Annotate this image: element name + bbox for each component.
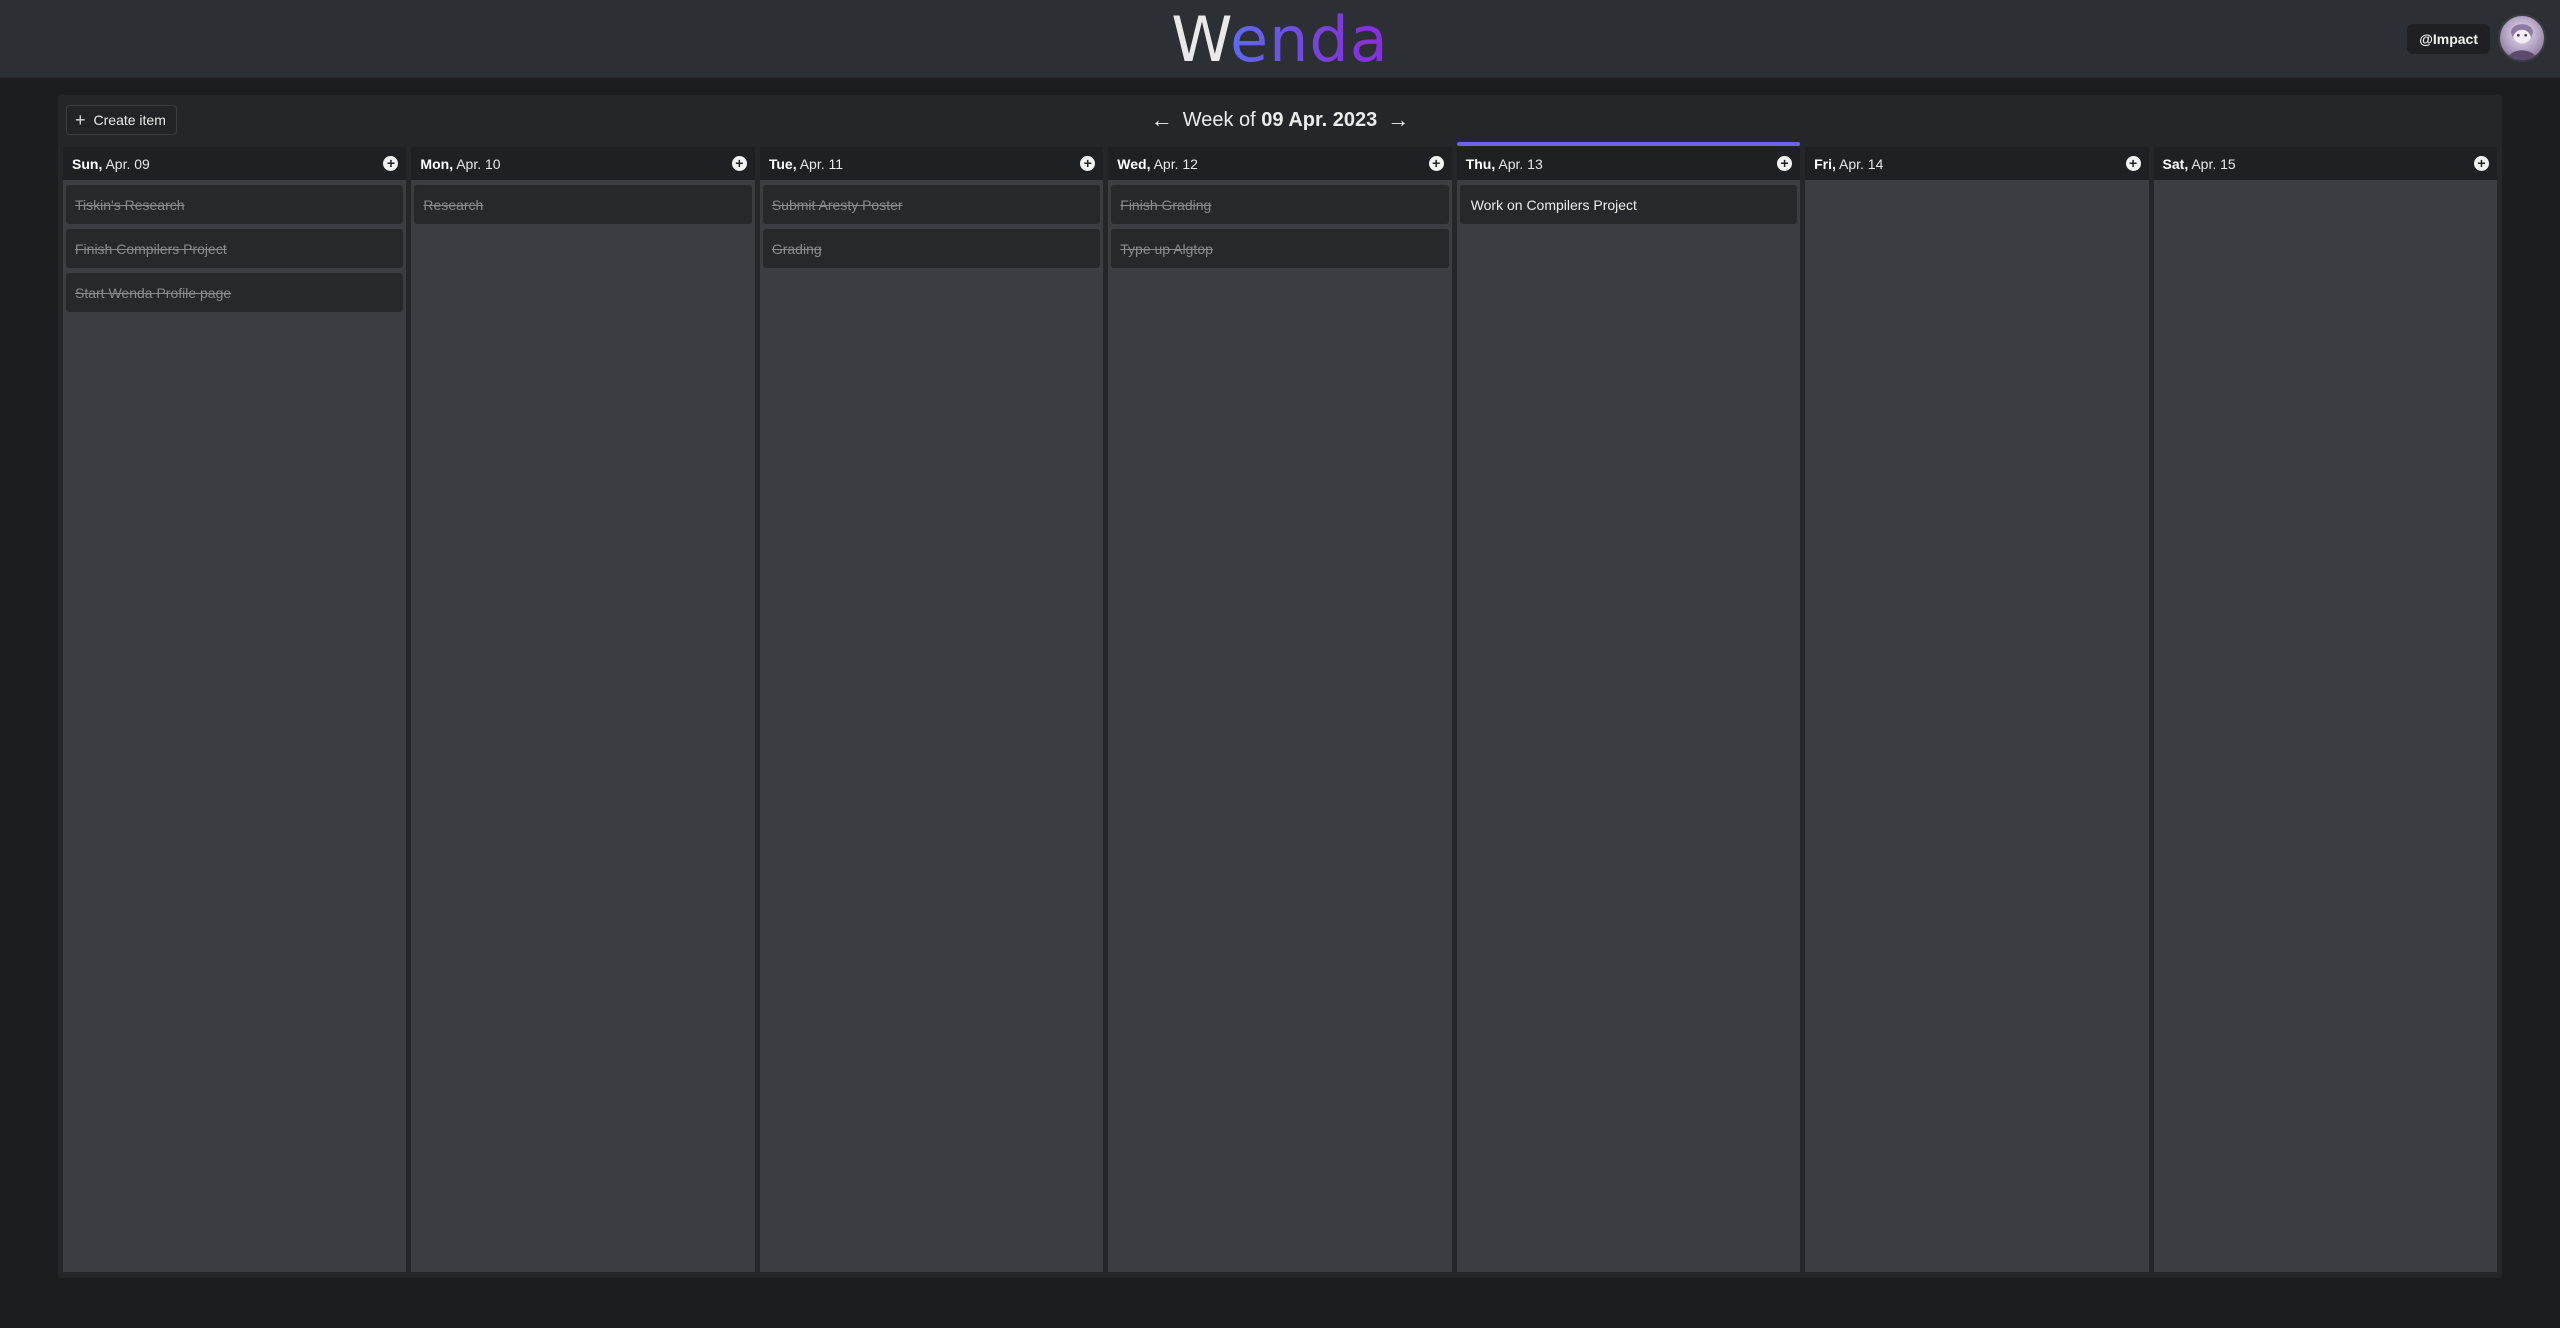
day-date: Apr. 13 xyxy=(1498,155,1543,172)
day-header: Mon, Apr. 10 + xyxy=(411,147,755,180)
day-task-list[interactable]: Finish Grading Type up Algtop xyxy=(1108,180,1452,1272)
day-of-week: Thu, xyxy=(1465,155,1496,172)
day-header: Sun, Apr. 09 + xyxy=(63,147,407,180)
day-label: Tue, Apr. 11 xyxy=(769,156,843,172)
create-item-label: Create item xyxy=(93,112,166,128)
day-column: Thu, Apr. 13 + Work on Compilers Project xyxy=(1456,142,1801,1272)
day-columns: Sun, Apr. 09 + Tiskin's Research Finish Com… xyxy=(63,142,2497,1272)
day-label: Sat, Apr. 15 xyxy=(2163,156,2236,172)
day-header: Fri, Apr. 14 + xyxy=(1805,147,2149,180)
task-card[interactable]: Type up Algtop xyxy=(1111,229,1449,268)
task-card[interactable]: Submit Aresty Poster xyxy=(762,185,1101,224)
day-date: Apr. 10 xyxy=(456,155,501,172)
logo-first-letter: W xyxy=(1171,3,1230,76)
day-label: Thu, Apr. 13 xyxy=(1466,156,1543,172)
app-logo[interactable]: Wenda xyxy=(0,0,2560,78)
day-task-list[interactable]: Research xyxy=(411,180,755,1272)
avatar-image-icon xyxy=(2507,24,2537,60)
day-task-list[interactable]: Tiskin's Research Finish Compilers Projec… xyxy=(63,180,407,1272)
add-task-icon[interactable]: + xyxy=(1428,156,1444,171)
day-of-week: Wed, xyxy=(1117,155,1151,172)
week-title: Week of 09 Apr. 2023 xyxy=(1183,109,1378,132)
task-card[interactable]: Research xyxy=(414,185,752,224)
day-header: Sat, Apr. 15 + xyxy=(2153,147,2497,180)
add-task-icon[interactable]: + xyxy=(2125,156,2141,171)
day-date: Apr. 12 xyxy=(1153,155,1198,172)
week-board: + Create item ← Week of 09 Apr. 2023 → S… xyxy=(58,95,2502,1278)
day-header: Tue, Apr. 11 + xyxy=(759,147,1104,180)
day-task-list[interactable]: Submit Aresty Poster Grading xyxy=(759,180,1104,1272)
day-date: Apr. 09 xyxy=(105,155,150,172)
task-card[interactable]: Work on Compilers Project xyxy=(1459,185,1798,224)
day-task-list[interactable]: Work on Compilers Project xyxy=(1456,180,1801,1272)
day-of-week: Mon, xyxy=(420,155,454,172)
add-task-icon[interactable]: + xyxy=(731,156,747,171)
week-prefix: Week of xyxy=(1182,108,1256,131)
day-column: Sat, Apr. 15 + xyxy=(2153,147,2497,1272)
arrow-left-icon[interactable]: ← xyxy=(1151,107,1173,133)
day-task-list[interactable] xyxy=(1805,180,2149,1272)
day-task-list[interactable] xyxy=(2153,180,2497,1272)
add-task-icon[interactable]: + xyxy=(383,156,399,171)
day-column: Wed, Apr. 12 + Finish Grading Type up Algto… xyxy=(1108,147,1452,1272)
day-column: Sun, Apr. 09 + Tiskin's Research Finish Com… xyxy=(63,147,407,1272)
day-label: Fri, Apr. 14 xyxy=(1814,156,1883,172)
logo-rest: enda xyxy=(1229,3,1389,76)
day-column: Tue, Apr. 11 + Submit Aresty Poster Grading xyxy=(759,147,1104,1272)
day-label: Mon, Apr. 10 xyxy=(420,156,500,172)
day-of-week: Fri, xyxy=(1814,155,1836,172)
task-card[interactable]: Finish Compilers Project xyxy=(66,229,404,268)
day-header: Wed, Apr. 12 + xyxy=(1108,147,1452,180)
plus-icon: + xyxy=(75,110,86,130)
username-badge[interactable]: @Impact xyxy=(2407,24,2490,54)
day-of-week: Sun, xyxy=(72,155,103,172)
top-bar: Wenda @Impact xyxy=(0,0,2560,78)
add-task-icon[interactable]: + xyxy=(2473,156,2489,171)
day-label: Wed, Apr. 12 xyxy=(1117,156,1198,172)
day-date: Apr. 11 xyxy=(799,155,844,172)
add-task-icon[interactable]: + xyxy=(1080,156,1096,171)
task-card[interactable]: Finish Grading xyxy=(1111,185,1449,224)
create-item-button[interactable]: + Create item xyxy=(66,105,177,135)
week-navigator: ← Week of 09 Apr. 2023 → xyxy=(58,103,2502,137)
task-card[interactable]: Start Wenda Profile page xyxy=(66,273,404,312)
day-of-week: Tue, xyxy=(768,155,797,172)
day-of-week: Sat, xyxy=(2162,155,2189,172)
day-header: Thu, Apr. 13 + xyxy=(1456,142,1801,180)
week-date: 09 Apr. 2023 xyxy=(1261,108,1378,131)
day-label: Sun, Apr. 09 xyxy=(72,156,150,172)
day-date: Apr. 15 xyxy=(2191,155,2236,172)
day-date: Apr. 14 xyxy=(1839,155,1884,172)
task-card[interactable]: Tiskin's Research xyxy=(66,185,404,224)
day-column: Mon, Apr. 10 + Research xyxy=(411,147,755,1272)
user-avatar[interactable] xyxy=(2498,14,2546,62)
add-task-icon[interactable]: + xyxy=(1777,156,1793,171)
arrow-right-icon[interactable]: → xyxy=(1387,107,1409,133)
day-column: Fri, Apr. 14 + xyxy=(1805,147,2149,1272)
task-card[interactable]: Grading xyxy=(762,229,1101,268)
